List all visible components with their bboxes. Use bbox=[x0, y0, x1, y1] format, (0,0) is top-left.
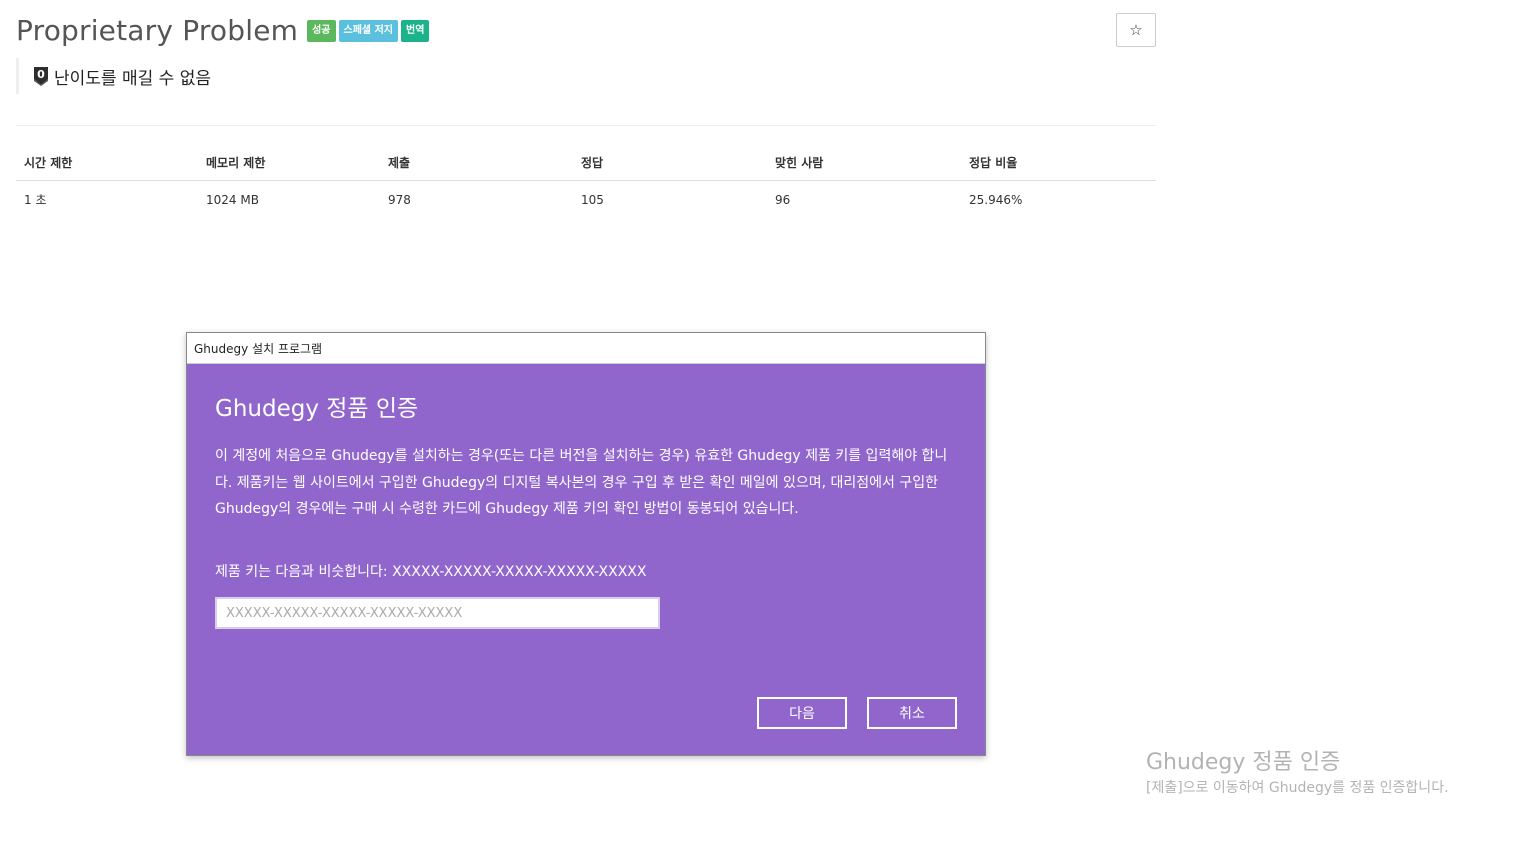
column-header-time-limit: 시간 제한 bbox=[16, 146, 198, 181]
dialog-window-title: Ghudegy 설치 프로그램 bbox=[194, 341, 323, 356]
column-header-solvers: 맞힌 사람 bbox=[767, 146, 961, 181]
cell-solvers[interactable]: 96 bbox=[767, 181, 961, 219]
status-badge-success[interactable]: 성공 bbox=[307, 19, 336, 42]
product-key-input[interactable] bbox=[215, 597, 660, 629]
cell-memory-limit: 1024 MB bbox=[206, 192, 259, 207]
dialog-heading: Ghudegy 정품 인증 bbox=[215, 396, 419, 422]
column-header-accepted: 정답 bbox=[573, 146, 767, 181]
dialog-titlebar[interactable]: Ghudegy 설치 프로그램 bbox=[187, 333, 985, 364]
cell-submissions[interactable]: 978 bbox=[380, 181, 573, 219]
page-title: Proprietary Problem bbox=[16, 14, 299, 47]
table-header-row: 시간 제한 메모리 제한 제출 정답 맞힌 사람 정답 비율 bbox=[16, 146, 1156, 181]
cancel-button[interactable]: 취소 bbox=[867, 697, 957, 729]
cell-time-limit: 1 초 bbox=[24, 193, 47, 207]
difficulty-section: 0 난이도를 매길 수 없음 bbox=[16, 58, 211, 94]
problem-info-table: 시간 제한 메모리 제한 제출 정답 맞힌 사람 정답 비율 1 초 1024 … bbox=[16, 146, 1156, 218]
cell-ratio: 25.946% bbox=[969, 192, 1023, 207]
cell-accepted: 105 bbox=[581, 192, 604, 207]
dialog-description: 이 계정에 처음으로 Ghudegy를 설치하는 경우(또는 다른 버전을 설치… bbox=[215, 448, 948, 517]
table-row: 1 초 1024 MB 978 105 96 25.946% bbox=[16, 181, 1156, 219]
difficulty-label: 난이도를 매길 수 없음 bbox=[54, 68, 211, 89]
next-button[interactable]: 다음 bbox=[757, 697, 847, 729]
watermark-title: Ghudegy 정품 인증 bbox=[1146, 750, 1341, 775]
tier-glyph: 0 bbox=[37, 68, 45, 81]
problem-header: Proprietary Problem 성공 스페셜 저지 번역 bbox=[16, 14, 430, 47]
column-header-memory-limit: 메모리 제한 bbox=[198, 146, 380, 181]
star-outline-icon: ☆ bbox=[1129, 21, 1143, 39]
favorite-button[interactable]: ☆ bbox=[1116, 13, 1156, 47]
status-badge-special-judge[interactable]: 스페셜 저지 bbox=[338, 19, 398, 42]
activation-dialog: Ghudegy 설치 프로그램 Ghudegy 정품 인증 이 계정에 처음으로… bbox=[186, 332, 986, 756]
product-key-hint: 제품 키는 다음과 비슷합니다: XXXXX-XXXXX-XXXXX-XXXXX… bbox=[215, 564, 647, 580]
header-divider bbox=[16, 125, 1156, 126]
column-header-ratio: 정답 비율 bbox=[961, 146, 1156, 181]
column-header-submissions: 제출 bbox=[380, 146, 573, 181]
unrated-tier-icon: 0 bbox=[34, 67, 48, 86]
activation-watermark: Ghudegy 정품 인증 [제출]으로 이동하여 Ghudegy를 정품 인증… bbox=[1146, 748, 1449, 798]
status-badge-translated[interactable]: 번역 bbox=[401, 19, 430, 42]
watermark-subtitle: [제출]으로 이동하여 Ghudegy를 정품 인증합니다. bbox=[1146, 780, 1449, 796]
